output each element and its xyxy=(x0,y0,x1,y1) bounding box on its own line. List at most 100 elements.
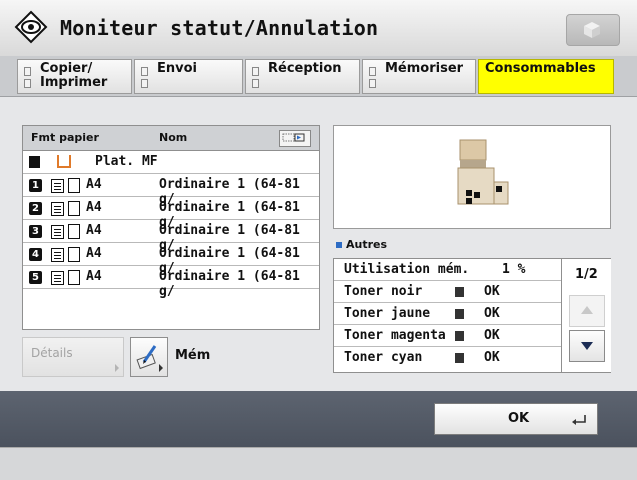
drawer-number-badge: 3 xyxy=(29,225,42,238)
memory-label: Mém xyxy=(175,348,211,363)
ok-label: OK xyxy=(508,411,530,426)
status-key: Toner cyan xyxy=(344,350,423,365)
status-row-toner-yellow: Toner jaune OK xyxy=(334,303,561,325)
tab-label: Consommables xyxy=(485,61,596,76)
tab-indicator xyxy=(24,79,31,88)
details-label: Détails xyxy=(31,346,73,360)
autres-label: Autres xyxy=(346,238,388,251)
status-value: OK xyxy=(484,284,500,299)
paper-row[interactable]: 1 A4 Ordinaire 1 (64-81 g/ xyxy=(23,174,319,207)
paper-sheet-icon xyxy=(68,178,80,193)
status-value: 1 % xyxy=(502,262,526,277)
tab-copier-imprimer[interactable]: Copier/ Imprimer xyxy=(17,59,132,94)
tab-label: Mémoriser xyxy=(385,61,464,76)
paper-size: A4 xyxy=(86,200,102,215)
paper-row[interactable]: 4 A4 Ordinaire 1 (64-81 g/ xyxy=(23,243,319,276)
arrow-down-icon xyxy=(581,342,593,350)
tab-label: Copier/ Imprimer xyxy=(40,61,108,90)
tab-reception[interactable]: Réception xyxy=(245,59,360,94)
tab-label: Envoi xyxy=(157,61,197,76)
scroll-up-button[interactable] xyxy=(569,295,605,327)
toner-icon xyxy=(455,331,464,341)
arrow-up-icon xyxy=(581,306,593,314)
status-row-toner-cyan: Toner cyan OK xyxy=(334,347,561,368)
tab-bar: Copier/ Imprimer Envoi Réception Mémoris… xyxy=(0,56,637,97)
tab-memoriser[interactable]: Mémoriser xyxy=(362,59,476,94)
drawer-number-badge: 2 xyxy=(29,202,42,215)
eye-icon xyxy=(14,10,48,44)
column-format: Fmt papier xyxy=(31,131,99,144)
paper-sheet-icon xyxy=(68,247,80,262)
paper-list: Fmt papier Nom Plat. MF 1 A4 Ordinaire 1… xyxy=(22,125,320,330)
status-key: Utilisation mém. xyxy=(344,262,470,277)
cube-icon xyxy=(584,22,600,38)
printer-illustration-icon xyxy=(457,139,509,205)
tab-indicator xyxy=(369,67,376,76)
paper-size: A4 xyxy=(86,223,102,238)
tab-indicator xyxy=(369,79,376,88)
drawer-number-badge: 5 xyxy=(29,271,42,284)
status-row-toner-magenta: Toner magenta OK xyxy=(334,325,561,347)
ok-button[interactable]: OK xyxy=(434,403,598,435)
arrow-right-icon xyxy=(115,364,119,372)
tab-indicator xyxy=(141,67,148,76)
paper-source-label: Plat. MF xyxy=(95,154,158,169)
tab-indicator xyxy=(141,79,148,88)
scroll-down-button[interactable] xyxy=(569,330,605,362)
enter-icon xyxy=(572,415,586,425)
paper-sheet-icon xyxy=(68,224,80,239)
status-key: Toner magenta xyxy=(344,328,446,343)
paper-stack-icon xyxy=(51,271,64,285)
drawer-number-badge: 1 xyxy=(29,179,42,192)
device-preview xyxy=(333,125,611,229)
page-indicator: 1/2 xyxy=(575,267,598,282)
status-value: OK xyxy=(484,306,500,321)
tab-envoi[interactable]: Envoi xyxy=(134,59,243,94)
toner-icon xyxy=(455,309,464,319)
toner-icon xyxy=(455,353,464,363)
page-title: Moniteur statut/Annulation xyxy=(60,16,379,40)
paper-row-multipurpose[interactable]: Plat. MF xyxy=(23,151,319,174)
tab-indicator xyxy=(252,79,259,88)
tab-indicator xyxy=(24,67,31,76)
status-row-memory: Utilisation mém. 1 % xyxy=(334,259,561,281)
status-key: Toner jaune xyxy=(344,306,431,321)
expand-icon xyxy=(282,133,305,142)
paper-sheet-icon xyxy=(68,270,80,285)
title-bar: Moniteur statut/Annulation xyxy=(0,0,637,57)
tab-indicator xyxy=(252,67,259,76)
column-name: Nom xyxy=(159,131,188,144)
details-button[interactable]: Détails xyxy=(22,337,124,377)
drawer-number-badge: 4 xyxy=(29,248,42,261)
status-value: OK xyxy=(484,350,500,365)
paper-stack-icon xyxy=(51,225,64,239)
consumables-status-panel: Utilisation mém. 1 % Toner noir OK Toner… xyxy=(333,258,611,373)
tray-icon xyxy=(29,156,40,168)
paper-size: A4 xyxy=(86,246,102,261)
tab-consommables[interactable]: Consommables xyxy=(478,59,614,94)
paper-stack-icon xyxy=(51,179,64,193)
status-bar xyxy=(0,447,637,480)
status-value: OK xyxy=(484,328,500,343)
paper-stack-icon xyxy=(51,202,64,216)
multipurpose-tray-icon xyxy=(57,155,71,168)
paper-size: A4 xyxy=(86,269,102,284)
paper-size: A4 xyxy=(86,177,102,192)
status-key: Toner noir xyxy=(344,284,423,299)
paper-row[interactable]: 2 A4 Ordinaire 1 (64-81 g/ xyxy=(23,197,319,230)
arrow-right-icon xyxy=(159,364,163,372)
paper-sheet-icon xyxy=(68,201,80,216)
paper-stack-icon xyxy=(51,248,64,262)
expand-column-button[interactable] xyxy=(279,130,311,147)
paper-type: Ordinaire 1 (64-81 g/ xyxy=(159,269,300,299)
tab-label: Réception xyxy=(268,61,342,76)
status-pager: 1/2 xyxy=(561,259,611,372)
paper-row[interactable]: 5 A4 Ordinaire 1 (64-81 g/ xyxy=(23,266,319,299)
memory-button[interactable] xyxy=(130,337,168,377)
toner-icon xyxy=(455,287,464,297)
paper-list-header: Fmt papier Nom xyxy=(23,126,319,151)
cube-button[interactable] xyxy=(566,14,620,46)
autres-bullet xyxy=(336,242,342,248)
paper-row[interactable]: 3 A4 Ordinaire 1 (64-81 g/ xyxy=(23,220,319,253)
status-row-toner-black: Toner noir OK xyxy=(334,281,561,303)
